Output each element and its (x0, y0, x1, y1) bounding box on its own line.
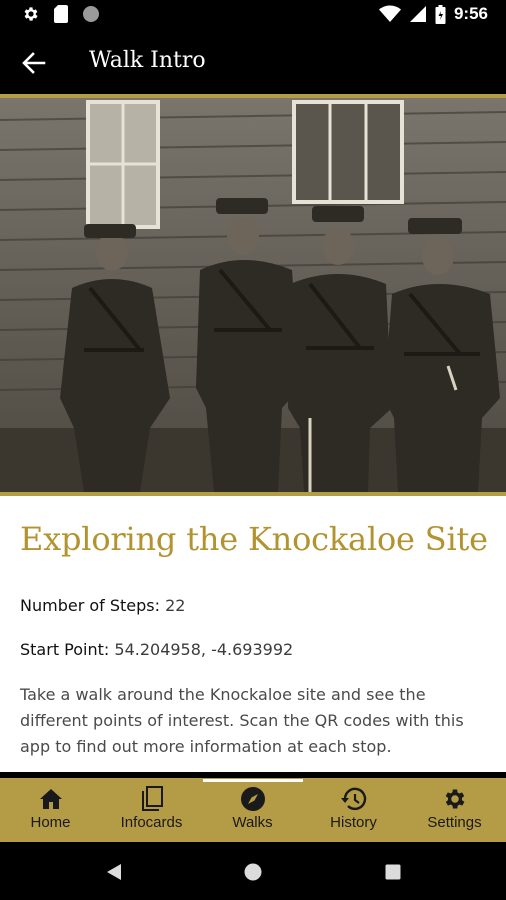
start-point-value: 54.204958, -4.693992 (114, 640, 294, 659)
steps-label: Number of Steps: (20, 596, 161, 615)
nav-history[interactable]: History (303, 780, 404, 842)
bottom-nav: Home Infocards Walks History Settings (0, 772, 506, 842)
nav-walks-label: Walks (232, 814, 273, 831)
app-bar: Walk Intro (0, 32, 506, 94)
wifi-icon (378, 5, 401, 22)
arrow-left-icon (22, 52, 46, 74)
steps-info: Number of Steps: 22 (20, 596, 185, 615)
nav-walks[interactable]: Walks (202, 780, 303, 842)
active-tab-indicator (203, 779, 303, 782)
start-point-info: Start Point: 54.204958, -4.693992 (20, 640, 293, 659)
nav-infocards[interactable]: Infocards (101, 780, 202, 842)
nav-infocards-label: Infocards (120, 814, 183, 831)
compass-icon (240, 787, 265, 811)
status-right-icons: 9:56 (378, 4, 488, 24)
square-recents-icon (385, 864, 401, 880)
battery-icon (435, 4, 446, 24)
walk-title: Exploring the Knockaloe Site (20, 520, 488, 558)
circle-home-icon (244, 863, 262, 881)
cards-icon (141, 786, 163, 811)
status-bar: 9:56 (0, 0, 506, 32)
status-left-icons (22, 5, 100, 23)
system-home-button[interactable] (241, 860, 265, 884)
nav-settings-label: Settings (427, 814, 482, 831)
system-recents-button[interactable] (381, 860, 405, 884)
back-button[interactable] (18, 49, 50, 77)
circle-icon (83, 6, 99, 22)
nav-home[interactable]: Home (0, 780, 101, 842)
gear-icon (445, 789, 464, 809)
steps-value: 22 (165, 596, 186, 615)
walk-hero-image (0, 98, 506, 492)
system-nav-bar (0, 842, 506, 900)
history-icon (340, 787, 366, 811)
start-point-label: Start Point: (20, 640, 110, 659)
triangle-back-icon (107, 864, 121, 880)
status-time: 9:56 (453, 4, 488, 23)
page-title: Walk Intro (89, 48, 206, 73)
walk-description: Take a walk around the Knockaloe site an… (20, 685, 464, 756)
nav-settings[interactable]: Settings (404, 780, 505, 842)
nav-home-label: Home (30, 814, 71, 831)
walk-details: Exploring the Knockaloe Site Number of S… (0, 496, 506, 772)
gear-icon (24, 7, 38, 21)
system-back-button[interactable] (102, 860, 126, 884)
home-icon (39, 789, 62, 809)
sd-card-icon (54, 5, 68, 23)
signal-icon (409, 6, 426, 22)
nav-history-label: History (330, 814, 377, 831)
